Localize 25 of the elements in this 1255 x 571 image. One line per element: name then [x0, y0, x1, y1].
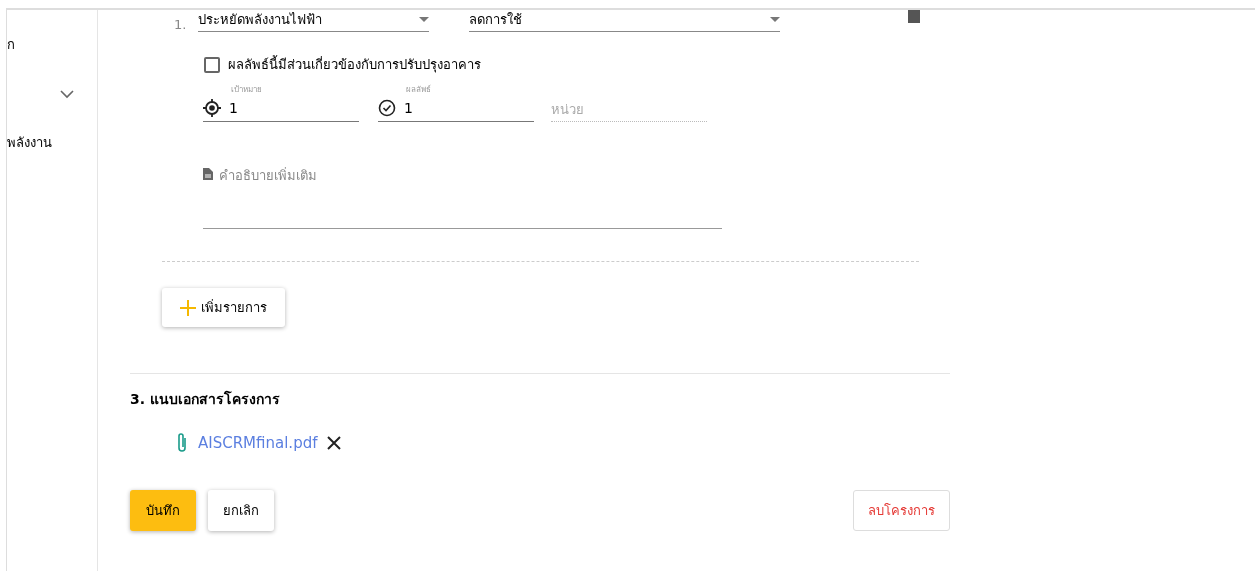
- cancel-button[interactable]: ยกเลิก: [208, 490, 274, 531]
- delete-project-button[interactable]: ลบโครงการ: [853, 490, 950, 531]
- add-item-button[interactable]: เพิ่มรายการ: [162, 288, 285, 327]
- close-icon[interactable]: [327, 436, 342, 450]
- section-heading: 3. แนบเอกสารโครงการ: [130, 389, 281, 409]
- result-field[interactable]: ผลลัพธ์ 1: [378, 83, 534, 122]
- sidebar-item[interactable]: ก: [7, 34, 15, 55]
- document-icon: [203, 168, 213, 180]
- save-button[interactable]: บันทึก: [130, 490, 196, 531]
- target-field[interactable]: เป้าหมาย 1: [203, 83, 359, 122]
- file-link[interactable]: AISCRMfinal.pdf: [198, 434, 318, 452]
- check-circle-icon: [378, 99, 396, 117]
- target-icon: [203, 99, 221, 117]
- type-dropdown[interactable]: ลดการใช้: [469, 10, 780, 32]
- plus-icon: [180, 299, 196, 316]
- chevron-down-icon[interactable]: [60, 90, 74, 99]
- description-field[interactable]: คำอธิบายเพิ่มเติม: [203, 168, 722, 229]
- item-number: 1.: [174, 17, 188, 32]
- caret-icon: [770, 16, 780, 22]
- caret-icon: [419, 16, 429, 22]
- category-dropdown[interactable]: ประหยัดพลังงานไฟฟ้า: [198, 10, 429, 32]
- checkbox[interactable]: [204, 56, 220, 73]
- checkbox-label: ผลลัพธ์นี้มีส่วนเกี่ยวข้องกับการปรับปรุงอาคาร: [228, 54, 481, 75]
- paperclip-icon: [176, 432, 188, 454]
- sidebar-item[interactable]: พลังงาน: [7, 132, 52, 153]
